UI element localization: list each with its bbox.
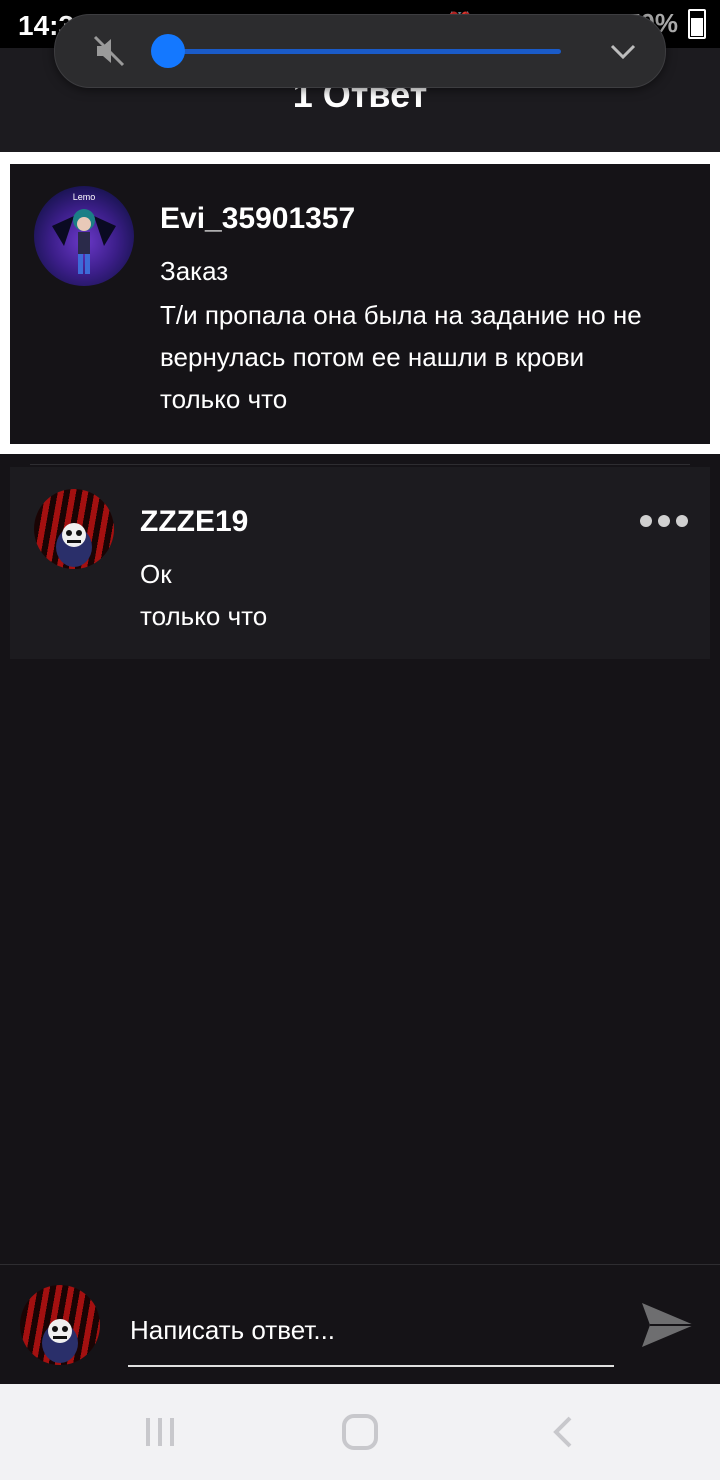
home-icon[interactable] [340, 1412, 380, 1452]
reply-avatar[interactable] [34, 489, 114, 569]
divider [30, 464, 690, 465]
chevron-down-icon[interactable] [607, 35, 639, 67]
more-options-icon[interactable] [640, 515, 688, 527]
back-icon[interactable] [544, 1412, 584, 1452]
speaker-muted-icon[interactable] [91, 33, 127, 69]
my-avatar[interactable] [20, 1285, 100, 1365]
original-post-card: Lemo Evi_35901357 Заказ Т/и пропала она … [10, 164, 710, 444]
volume-popup [54, 14, 666, 88]
reply-item: ZZZE19 Ок только что [10, 467, 710, 659]
volume-slider-thumb[interactable] [151, 34, 185, 68]
reply-input[interactable] [128, 1295, 614, 1367]
avatar-caption: Lemo [73, 192, 96, 202]
compose-bar [0, 1264, 720, 1385]
original-post: Lemo Evi_35901357 Заказ Т/и пропала она … [0, 152, 720, 454]
avatar-character-image: Lemo [52, 192, 116, 274]
reply-text: Ок [140, 559, 172, 589]
post-author[interactable]: Evi_35901357 [160, 202, 355, 236]
system-nav-bar [0, 1384, 720, 1480]
volume-slider-track[interactable] [171, 49, 561, 54]
dot [640, 515, 652, 527]
avatar-skull-image [42, 1319, 78, 1363]
post-timestamp: только что [160, 384, 288, 414]
dot [676, 515, 688, 527]
send-icon[interactable] [638, 1295, 698, 1355]
battery-icon [688, 8, 706, 39]
avatar-skull-image [56, 523, 92, 567]
reply-author[interactable]: ZZZE19 [140, 505, 248, 539]
recent-apps-icon[interactable] [140, 1412, 180, 1452]
post-text-line: вернулась потом ее нашли в крови [160, 342, 585, 372]
post-text-line: Т/и пропала она была на задание но не [160, 300, 642, 330]
avatar[interactable]: Lemo [34, 186, 134, 286]
dot [658, 515, 670, 527]
post-text-line: Заказ [160, 256, 229, 286]
reply-timestamp: только что [140, 601, 268, 631]
